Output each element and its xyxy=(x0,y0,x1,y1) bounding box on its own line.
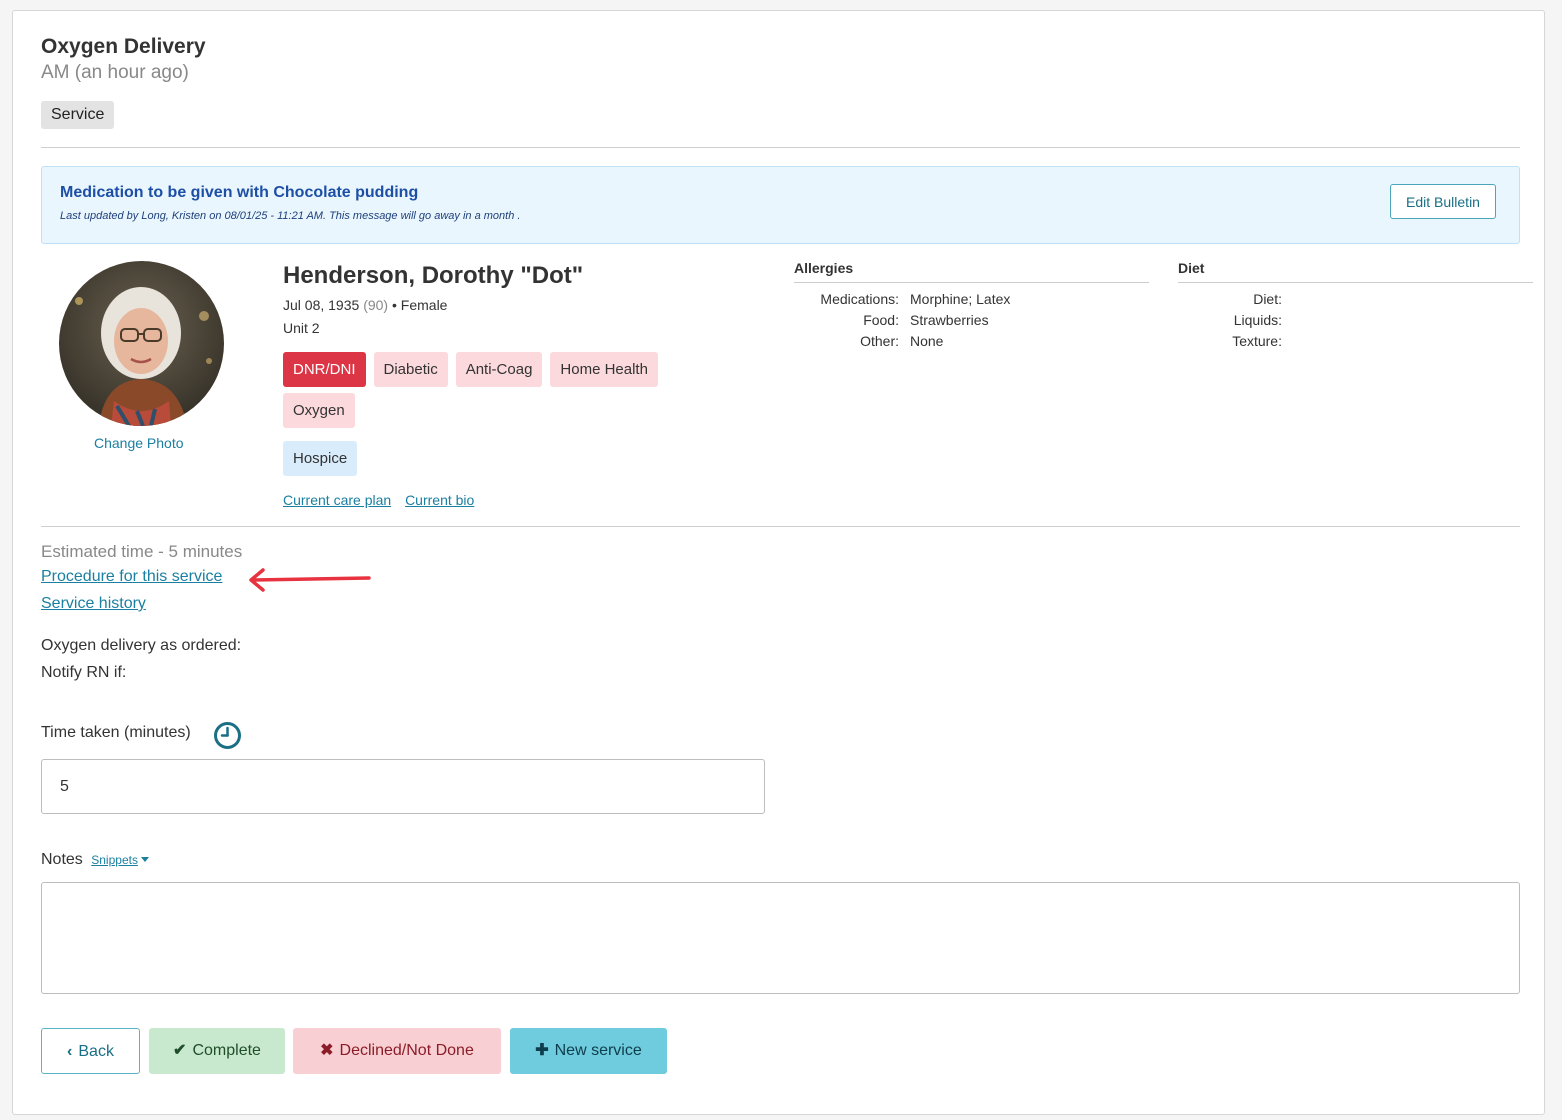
divider xyxy=(41,526,1520,527)
diet-key: Texture: xyxy=(1232,333,1282,349)
diet-row-liquids: Liquids: xyxy=(1178,310,1282,331)
tag-anti-coag: Anti-Coag xyxy=(455,352,543,387)
new-service-button[interactable]: ✚ New service xyxy=(510,1028,667,1074)
resident-links: Current care plan Current bio xyxy=(283,492,484,508)
procedure-link[interactable]: Procedure for this service xyxy=(41,568,222,586)
instruction-line: Oxygen delivery as ordered: xyxy=(41,637,242,654)
snippets-dropdown[interactable]: Snippets xyxy=(91,853,138,867)
allergy-value: Morphine; Latex xyxy=(910,291,1011,307)
portrait-image xyxy=(59,261,224,426)
resident-tags: DNR/DNI Diabetic Anti-Coag Home Health Oxyge… xyxy=(283,352,703,434)
tag-hospice: Hospice xyxy=(283,441,358,476)
resident-dob: Jul 08, 1935 (90) • Female xyxy=(283,297,447,313)
plus-icon: ✚ xyxy=(535,1042,549,1059)
bulletin-meta: Last updated by Long, Kristen on 08/01/2… xyxy=(60,210,521,222)
allergy-value: Strawberries xyxy=(910,312,989,328)
clock-icon[interactable] xyxy=(213,721,242,750)
time-taken-input[interactable] xyxy=(41,759,765,814)
instruction-line: Notify RN if: xyxy=(41,664,127,681)
bulletin-title: Medication to be given with Chocolate pu… xyxy=(60,184,419,201)
allergies-heading: Allergies xyxy=(794,260,1149,283)
back-button[interactable]: ‹ Back xyxy=(41,1028,140,1074)
current-bio-link[interactable]: Current bio xyxy=(405,492,474,508)
allergy-key: Other: xyxy=(860,333,899,349)
diet-heading: Diet xyxy=(1178,260,1533,283)
resident-name: Henderson, Dorothy "Dot" xyxy=(283,262,584,289)
gender-value: Female xyxy=(400,297,448,313)
tag-home-health: Home Health xyxy=(550,352,658,387)
service-history-link[interactable]: Service history xyxy=(41,595,146,613)
declined-label: Declined/Not Done xyxy=(339,1042,474,1059)
diet-row-texture: Texture: xyxy=(1178,331,1282,352)
complete-label: Complete xyxy=(192,1042,261,1059)
allergy-value: None xyxy=(910,333,944,349)
resident-photo xyxy=(59,261,224,426)
bulletin-banner: Medication to be given with Chocolate pu… xyxy=(41,166,1520,244)
complete-button[interactable]: ✔ Complete xyxy=(149,1028,285,1074)
time-taken-label: Time taken (minutes) xyxy=(41,724,191,741)
page-subtitle: AM (an hour ago) xyxy=(41,62,189,83)
notes-label: Notes xyxy=(41,851,83,868)
allergies-list: Medications: Morphine; Latex Food: Strawbe… xyxy=(795,289,1010,352)
type-badge: Service xyxy=(41,101,115,129)
check-icon: ✔ xyxy=(173,1042,187,1059)
separator-dot: • xyxy=(391,297,397,313)
change-photo-link[interactable]: Change Photo xyxy=(94,435,184,451)
diet-key: Diet: xyxy=(1253,291,1282,307)
diet-list: Diet: Liquids: Texture: xyxy=(1178,289,1282,352)
age-value: (90) xyxy=(363,297,389,313)
allergy-key: Medications: xyxy=(820,291,899,307)
dob-value: Jul 08, 1935 xyxy=(283,297,360,313)
resident-unit: Unit 2 xyxy=(283,320,320,336)
allergy-row-food: Food: Strawberries xyxy=(795,310,1010,331)
tag-oxygen: Oxygen xyxy=(283,393,355,428)
diet-row-diet: Diet: xyxy=(1178,289,1282,310)
chevron-down-icon[interactable] xyxy=(140,857,149,863)
edit-bulletin-button[interactable]: Edit Bulletin xyxy=(1390,184,1496,219)
back-label: Back xyxy=(78,1043,114,1060)
estimated-time: Estimated time - 5 minutes xyxy=(41,542,243,561)
chevron-left-icon: ‹ xyxy=(67,1043,73,1060)
divider xyxy=(41,147,1520,148)
allergy-row-other: Other: None xyxy=(795,331,1010,352)
close-icon: ✖ xyxy=(320,1042,334,1059)
declined-button[interactable]: ✖ Declined/Not Done xyxy=(293,1028,501,1074)
notes-textarea[interactable] xyxy=(41,882,1520,994)
notes-label-row: Notes Snippets xyxy=(41,851,149,869)
tag-diabetic: Diabetic xyxy=(373,352,448,387)
service-card: Oxygen Delivery AM (an hour ago) Service… xyxy=(12,10,1545,1115)
annotation-arrow-icon xyxy=(249,568,371,592)
new-service-label: New service xyxy=(554,1042,642,1059)
current-care-plan-link[interactable]: Current care plan xyxy=(283,492,391,508)
page-title: Oxygen Delivery xyxy=(41,35,206,58)
allergy-row-medications: Medications: Morphine; Latex xyxy=(795,289,1010,310)
diet-key: Liquids: xyxy=(1233,312,1282,328)
allergy-key: Food: xyxy=(863,312,899,328)
tag-dnr-dni: DNR/DNI xyxy=(283,352,366,387)
